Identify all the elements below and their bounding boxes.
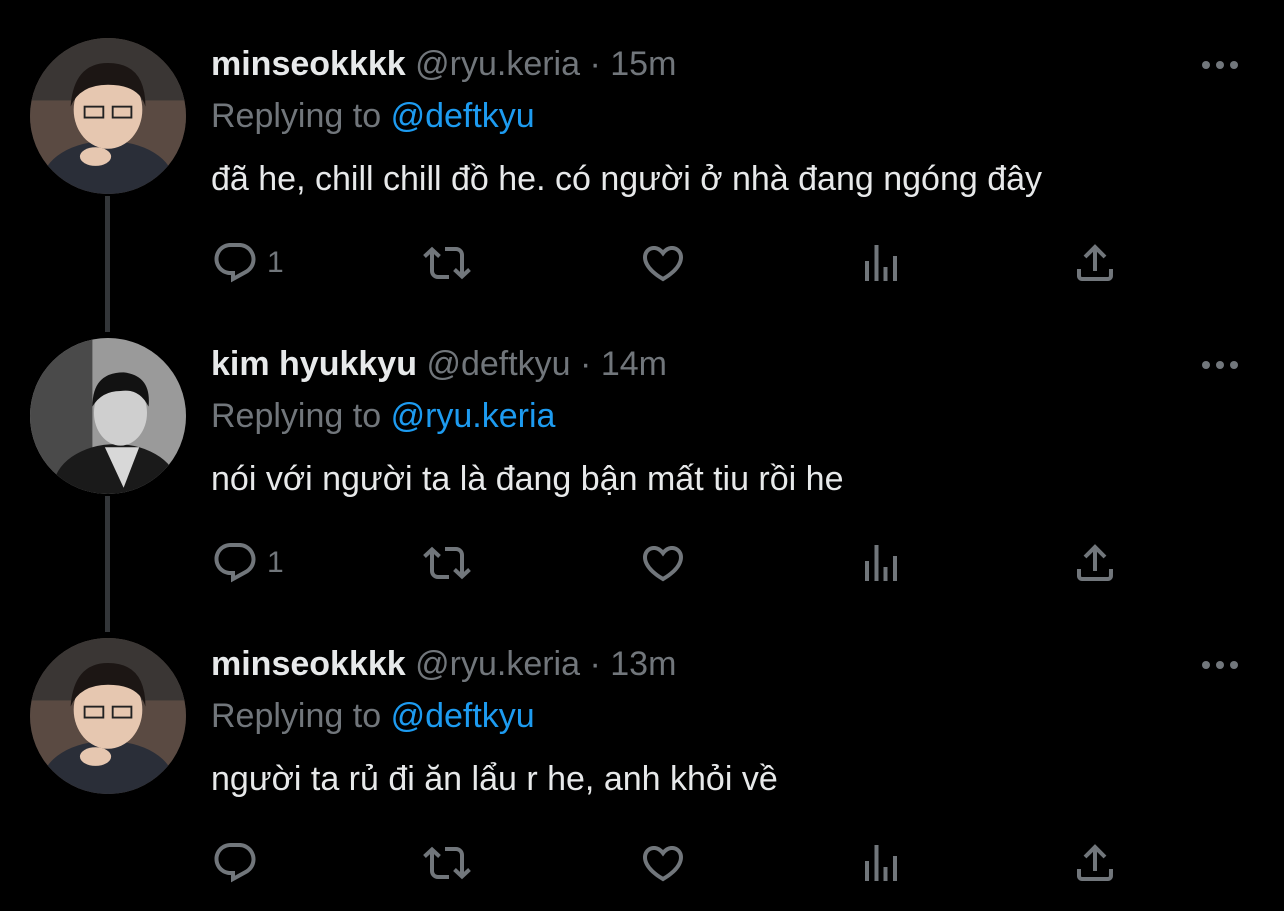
share-icon (1077, 544, 1113, 581)
more-button[interactable] (1198, 50, 1242, 80)
retweet-button[interactable] (423, 236, 471, 290)
retweet-button[interactable] (423, 536, 471, 590)
avatar[interactable] (30, 338, 186, 494)
replying-to: Replying to @deftkyu (211, 94, 535, 138)
views-button[interactable] (857, 836, 905, 890)
reply-button[interactable]: 1 (211, 536, 284, 590)
more-button[interactable] (1198, 350, 1242, 380)
share-icon (1077, 844, 1113, 881)
user-handle[interactable]: @deftkyu (426, 345, 570, 383)
more-button[interactable] (1198, 650, 1242, 680)
replying-mention[interactable]: @deftkyu (391, 697, 535, 735)
replying-prefix: Replying to (211, 397, 382, 435)
display-name[interactable]: kim hyukkyu (211, 345, 417, 383)
timestamp[interactable]: 14m (601, 345, 667, 383)
reply-count: 1 (267, 246, 284, 279)
replying-to: Replying to @ryu.keria (211, 394, 555, 438)
tweet-text: nói với người ta là đang bận mất tiu rồi… (211, 460, 844, 498)
separator-dot: · (589, 45, 601, 83)
user-handle[interactable]: @ryu.keria (415, 45, 580, 83)
avatar[interactable] (30, 38, 186, 194)
tweet-header: minseokkkk @ryu.keria · 13m (211, 642, 676, 686)
action-bar: 1 (211, 236, 1211, 290)
separator-dot: · (589, 645, 601, 683)
tweet-header: minseokkkk @ryu.keria · 15m (211, 42, 676, 86)
avatar-minseok-image (30, 38, 186, 194)
retweet-icon (423, 546, 471, 580)
reply-icon (214, 543, 256, 583)
views-button[interactable] (857, 536, 905, 590)
share-button[interactable] (1071, 836, 1119, 890)
replying-mention[interactable]: @deftkyu (391, 97, 535, 135)
reply-icon (214, 843, 256, 883)
like-icon (642, 246, 684, 282)
like-icon (642, 546, 684, 582)
tweet-2[interactable]: kim hyukkyu @deftkyu · 14m Replying to @… (0, 300, 1284, 632)
retweet-icon (423, 846, 471, 880)
replying-mention[interactable]: @ryu.keria (391, 397, 556, 435)
display-name[interactable]: minseokkkk (211, 645, 406, 683)
reply-button[interactable] (211, 836, 267, 890)
like-icon (642, 846, 684, 882)
retweet-icon (423, 246, 471, 280)
reply-button[interactable]: 1 (211, 236, 284, 290)
like-button[interactable] (639, 536, 687, 590)
views-icon (865, 245, 897, 281)
share-icon (1077, 244, 1113, 281)
tweet-3[interactable]: minseokkkk @ryu.keria · 13m Replying to … (0, 600, 1284, 900)
views-icon (865, 845, 897, 881)
avatar-hyukkyu-image (30, 338, 186, 494)
replying-prefix: Replying to (211, 697, 382, 735)
action-bar: 1 (211, 536, 1211, 590)
views-button[interactable] (857, 236, 905, 290)
timestamp[interactable]: 15m (610, 45, 676, 83)
replying-prefix: Replying to (211, 97, 382, 135)
replying-to: Replying to @deftkyu (211, 694, 535, 738)
timestamp[interactable]: 13m (610, 645, 676, 683)
reply-icon (214, 243, 256, 283)
share-button[interactable] (1071, 236, 1119, 290)
more-icon (1202, 661, 1238, 669)
separator-dot: · (580, 345, 592, 383)
display-name[interactable]: minseokkkk (211, 45, 406, 83)
reply-count: 1 (267, 546, 284, 579)
like-button[interactable] (639, 836, 687, 890)
avatar-minseok-image (30, 638, 186, 794)
share-button[interactable] (1071, 536, 1119, 590)
tweet-text: người ta rủ đi ăn lẩu r he, anh khỏi về (211, 760, 778, 798)
like-button[interactable] (639, 236, 687, 290)
more-icon (1202, 61, 1238, 69)
avatar[interactable] (30, 638, 186, 794)
tweet-1[interactable]: minseokkkk @ryu.keria · 15m Replying to … (0, 0, 1284, 332)
tweet-text: đã he, chill chill đồ he. có người ở nhà… (211, 160, 1043, 198)
more-icon (1202, 361, 1238, 369)
action-bar (211, 836, 1211, 890)
views-icon (865, 545, 897, 581)
retweet-button[interactable] (423, 836, 471, 890)
user-handle[interactable]: @ryu.keria (415, 645, 580, 683)
tweet-header: kim hyukkyu @deftkyu · 14m (211, 342, 667, 386)
